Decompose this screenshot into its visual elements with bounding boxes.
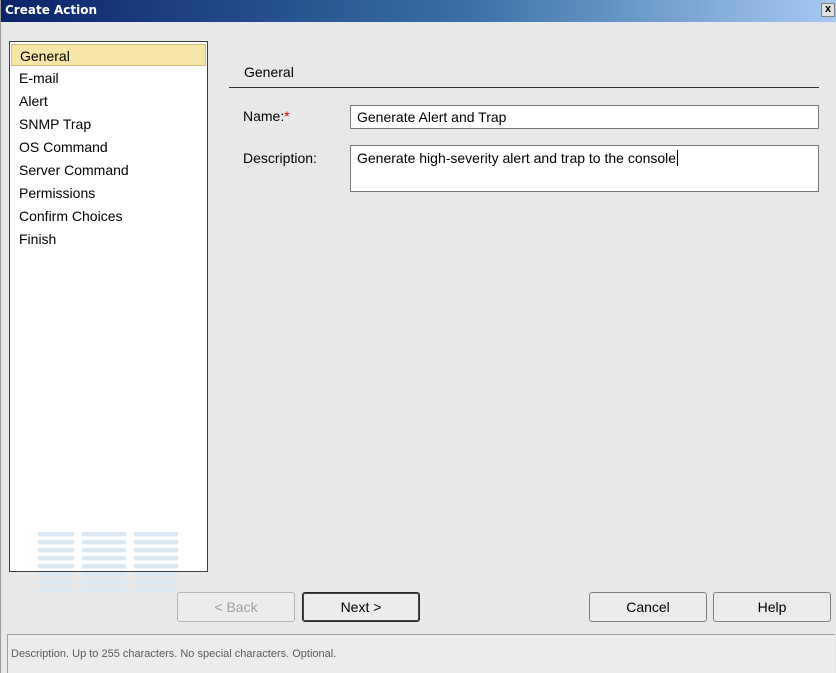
- description-text: Generate high-severity alert and trap to…: [357, 150, 677, 166]
- nav-item-email[interactable]: E-mail: [11, 67, 206, 89]
- close-icon[interactable]: x: [821, 3, 835, 17]
- dialog-title: Create Action: [5, 3, 98, 17]
- nav-item-confirm-choices[interactable]: Confirm Choices: [11, 205, 206, 227]
- next-button[interactable]: Next >: [302, 592, 420, 622]
- nav-item-snmp-trap[interactable]: SNMP Trap: [11, 113, 206, 135]
- nav-item-alert[interactable]: Alert: [11, 90, 206, 112]
- section-divider: [229, 87, 819, 88]
- wizard-step-list: General E-mail Alert SNMP Trap OS Comman…: [9, 41, 208, 596]
- required-marker: *: [284, 108, 290, 124]
- nav-item-permissions[interactable]: Permissions: [11, 182, 206, 204]
- ibm-logo: [38, 532, 178, 596]
- status-bar: Description. Up to 255 characters. No sp…: [7, 634, 835, 673]
- help-button[interactable]: Help: [713, 592, 831, 622]
- text-cursor: [677, 150, 679, 166]
- back-button[interactable]: < Back: [177, 592, 295, 622]
- nav-item-finish[interactable]: Finish: [11, 228, 206, 250]
- status-text: Description. Up to 255 characters. No sp…: [11, 648, 337, 660]
- cancel-button[interactable]: Cancel: [589, 592, 707, 622]
- description-field[interactable]: Generate high-severity alert and trap to…: [350, 145, 819, 192]
- nav-item-server-command[interactable]: Server Command: [11, 159, 206, 181]
- title-bar[interactable]: Create Action x: [1, 0, 836, 22]
- section-title: General: [244, 64, 294, 80]
- nav-item-general[interactable]: General: [11, 44, 206, 66]
- nav-item-os-command[interactable]: OS Command: [11, 136, 206, 158]
- name-label: Name:*: [243, 108, 290, 124]
- name-field[interactable]: Generate Alert and Trap: [350, 105, 819, 129]
- description-label: Description:: [243, 150, 317, 166]
- create-action-dialog: Create Action x General E-mail Alert SNM…: [0, 0, 836, 673]
